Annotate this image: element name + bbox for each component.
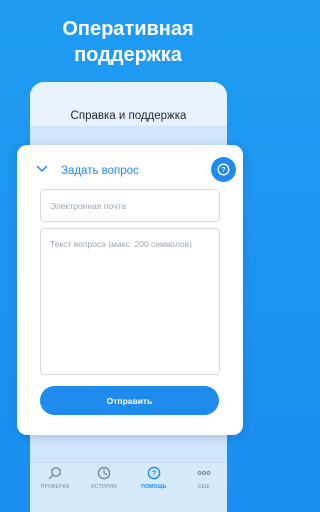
clock-icon [97,466,111,480]
section-title: Задать вопрос [61,165,139,177]
question-mark-icon: ? [217,163,230,176]
email-field-wrapper [40,189,220,222]
svg-text:?: ? [221,167,225,174]
page-title: Справка и поддержка [70,110,187,122]
question-field-wrapper [40,228,220,375]
help-button[interactable]: ? [211,157,236,182]
tab-more[interactable]: ЕЩЕ [179,466,229,490]
tab-label: ИСТОРИЯ [91,484,117,490]
promo-headline: Оперативная поддержка [0,16,256,68]
svg-text:?: ? [152,469,157,478]
tab-history[interactable]: ИСТОРИЯ [79,466,129,490]
search-icon [48,467,61,480]
chevron-down-icon [36,165,48,172]
tab-label: ПОМОЩЬ [141,484,167,490]
question-textarea[interactable] [41,229,219,374]
tab-help[interactable]: ? ПОМОЩЬ [129,466,179,490]
tab-check[interactable]: ПРОВЕРКА [30,466,80,490]
ask-question-card: Задать вопрос ? Отправить [17,145,243,435]
email-field[interactable] [41,190,219,221]
ask-question-header[interactable]: Задать вопрос ? [33,157,236,183]
tab-label: ЕЩЕ [198,484,210,490]
more-icon [197,471,211,475]
send-button[interactable]: Отправить [40,386,219,415]
app-header: Справка и поддержка [30,82,227,126]
help-icon: ? [147,466,161,480]
headline-line-2: поддержка [74,44,182,66]
headline-line-1: Оперативная [62,18,194,40]
tab-label: ПРОВЕРКА [40,484,70,490]
